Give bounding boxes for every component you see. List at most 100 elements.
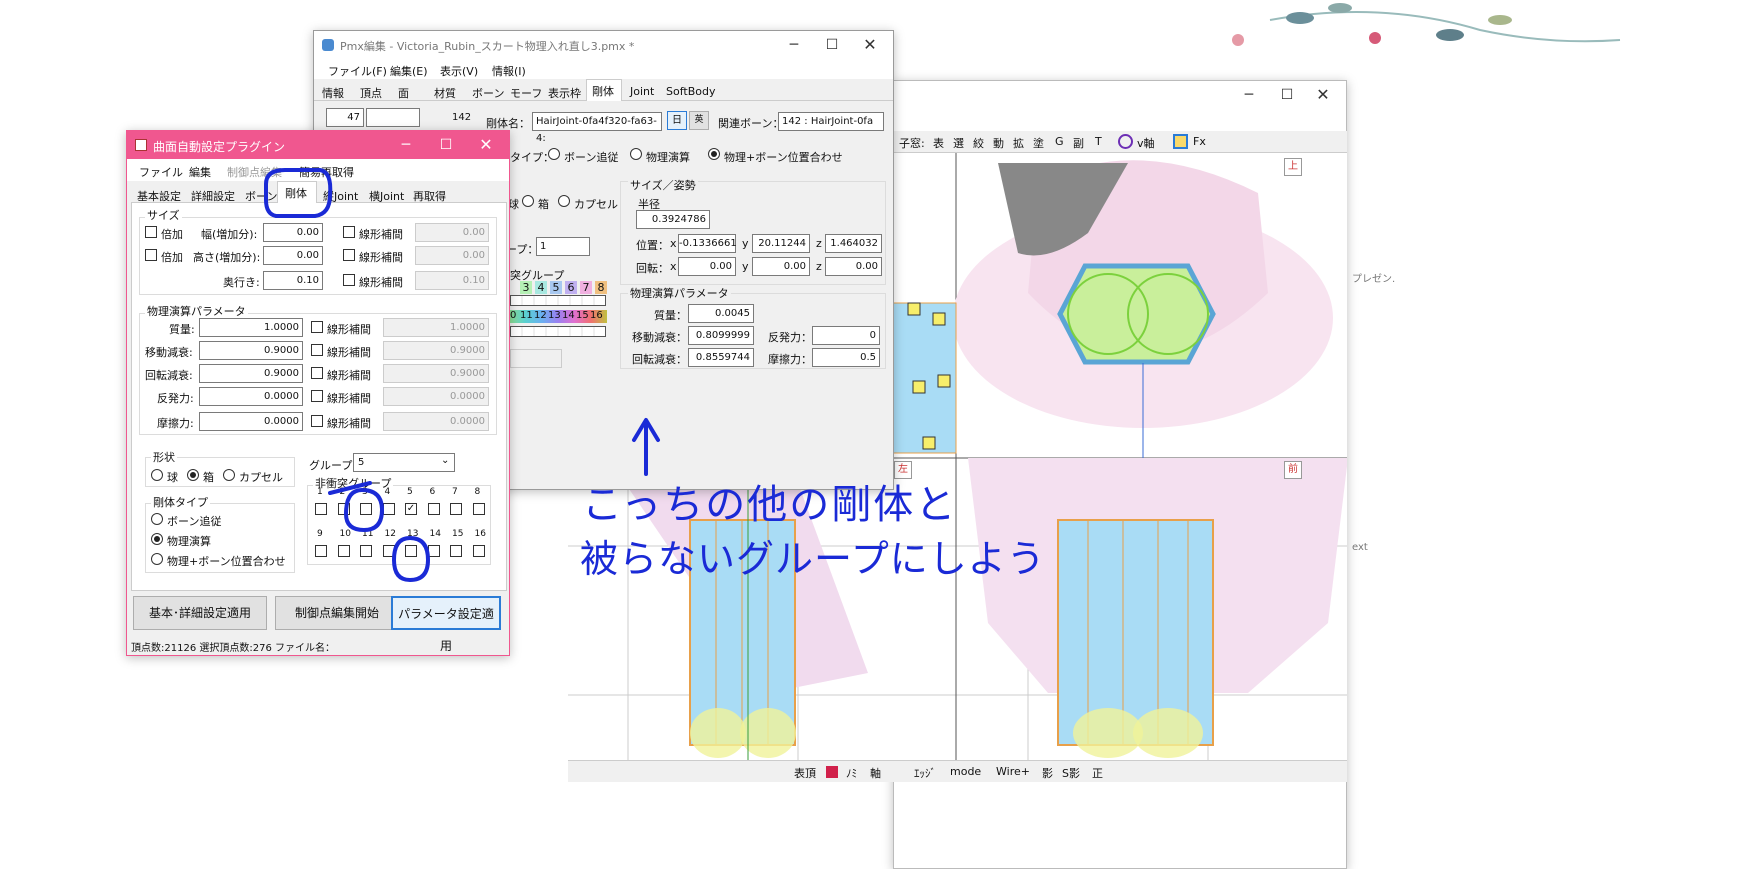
- plugin-rot-linear-checkbox[interactable]: [311, 367, 323, 379]
- menu-edit[interactable]: 編集(E): [390, 63, 428, 79]
- noncollide-checkbox-14[interactable]: [427, 545, 440, 557]
- tab-joint[interactable]: Joint: [630, 85, 654, 98]
- minimize-icon[interactable]: ─: [779, 31, 809, 59]
- plugin-move-field[interactable]: 0.9000: [199, 341, 303, 360]
- friction-field[interactable]: 0.5: [812, 348, 880, 367]
- plugin-move-linear-checkbox[interactable]: [311, 344, 323, 356]
- toolbar-v-axis[interactable]: v軸: [1137, 135, 1155, 151]
- noncollide-checkbox-11[interactable]: [360, 545, 372, 557]
- edit-ctrl-button[interactable]: 制御点編集開始: [275, 596, 399, 630]
- height-linear-checkbox[interactable]: [343, 249, 355, 261]
- menu-info[interactable]: 情報(I): [492, 63, 526, 79]
- repulse-field[interactable]: 0: [812, 326, 880, 345]
- noncollide-checkbox-3[interactable]: [360, 503, 372, 515]
- chevron-down-icon[interactable]: ⌄: [441, 455, 449, 466]
- noncollide-checkbox-12[interactable]: [382, 545, 395, 557]
- type-radio-bone-follow[interactable]: [548, 148, 560, 160]
- bottom-axis[interactable]: 軸: [870, 765, 881, 781]
- bottom-mode[interactable]: mode: [950, 765, 981, 778]
- group-checkbox-row-2[interactable]: [510, 326, 606, 337]
- toolbar-table[interactable]: 表: [933, 135, 944, 151]
- shape-radio-capsule[interactable]: [558, 195, 570, 207]
- view-label-front[interactable]: 前: [1284, 461, 1302, 479]
- rot-z-field[interactable]: 0.00: [825, 257, 882, 276]
- plugin-mass-linear-checkbox[interactable]: [311, 321, 323, 333]
- bottom-ortho[interactable]: 正: [1092, 765, 1103, 781]
- plugin-tab-reacquire[interactable]: 再取得: [413, 188, 446, 204]
- shape-radio-box[interactable]: [522, 195, 534, 207]
- pos-z-field[interactable]: 1.464032: [825, 234, 882, 253]
- tab-bone[interactable]: ボーン: [472, 85, 504, 101]
- tab-material[interactable]: 材質: [434, 85, 456, 101]
- plugin-menu-ctrl[interactable]: 制御点編集: [227, 164, 282, 180]
- plugin-shape-box-radio[interactable]: [187, 469, 199, 481]
- bottom-wire[interactable]: Wire+: [996, 765, 1030, 778]
- noncollide-checkbox-1[interactable]: [315, 503, 327, 515]
- plugin-fric-linear-checkbox[interactable]: [311, 415, 323, 427]
- toolbar-select[interactable]: 選: [953, 135, 964, 151]
- toolbar-t[interactable]: T: [1095, 135, 1102, 148]
- plugin-rot-field[interactable]: 0.9000: [199, 364, 303, 383]
- width-linear-checkbox[interactable]: [343, 226, 355, 238]
- plugin-rep-linear-checkbox[interactable]: [311, 390, 323, 402]
- toolbar-fx[interactable]: Fx: [1193, 135, 1206, 148]
- pos-x-field[interactable]: -0.1336661: [678, 234, 737, 253]
- plugin-menu-edit[interactable]: 編集: [189, 164, 211, 180]
- plugin-tab-basic[interactable]: 基本設定: [137, 188, 181, 204]
- minimize-icon[interactable]: ─: [391, 131, 421, 159]
- noncollide-checkbox-15[interactable]: [450, 545, 462, 557]
- depth-field[interactable]: 0.10: [263, 271, 323, 290]
- maximize-icon[interactable]: ☐: [431, 131, 461, 159]
- toolbar-paint[interactable]: 塗: [1033, 135, 1044, 151]
- noncollide-checkbox-13[interactable]: [405, 545, 417, 557]
- bottom-shadow[interactable]: 影: [1042, 765, 1053, 781]
- rigid-index-extra[interactable]: [366, 108, 420, 127]
- plugin-tab-hjoint[interactable]: 横Joint: [369, 188, 404, 204]
- radius-field[interactable]: 0.3924786: [636, 210, 710, 229]
- maximize-icon[interactable]: ☐: [1272, 81, 1302, 109]
- tab-face[interactable]: 面: [398, 85, 409, 101]
- plugin-rep-field[interactable]: 0.0000: [199, 387, 303, 406]
- plugin-menu-file[interactable]: ファイル: [139, 164, 183, 180]
- mass-field[interactable]: 0.0045: [688, 304, 754, 323]
- related-bone-select[interactable]: 142 : HairJoint-0fa: [778, 112, 884, 131]
- rot-damp-field[interactable]: 0.8559744: [688, 348, 754, 367]
- close-icon[interactable]: ✕: [1308, 81, 1338, 109]
- rot-x-field[interactable]: 0.00: [678, 257, 736, 276]
- rigid-index-field[interactable]: 47: [326, 108, 364, 127]
- plugin-shape-sphere-radio[interactable]: [151, 469, 163, 481]
- double-width-checkbox[interactable]: [145, 226, 157, 238]
- plugin-type-physics-radio[interactable]: [151, 533, 163, 545]
- toolbar-scale[interactable]: 拡: [1013, 135, 1024, 151]
- axis-icon[interactable]: [1118, 134, 1133, 149]
- menu-view[interactable]: 表示(V): [440, 63, 478, 79]
- bottom-s-shadow[interactable]: S影: [1062, 765, 1080, 781]
- close-icon[interactable]: ✕: [855, 31, 885, 59]
- double-height-checkbox[interactable]: [145, 249, 157, 261]
- toolbar-narrow[interactable]: 絞: [973, 135, 984, 151]
- toolbar-g[interactable]: G: [1055, 135, 1064, 148]
- plugin-tab-vjoint[interactable]: 縦Joint: [323, 188, 358, 204]
- view-label-top[interactable]: 上: [1284, 158, 1302, 176]
- plugin-tab-detail[interactable]: 詳細設定: [191, 188, 235, 204]
- tab-rigid[interactable]: 剛体: [592, 83, 614, 99]
- minimize-icon[interactable]: ─: [1234, 81, 1264, 109]
- plugin-tab-bone[interactable]: ボーン: [245, 188, 277, 204]
- depth-linear-checkbox[interactable]: [343, 274, 355, 286]
- height-field[interactable]: 0.00: [263, 246, 323, 265]
- en-name-button[interactable]: 英: [689, 111, 709, 130]
- noncollide-checkbox-5[interactable]: ✓: [405, 503, 417, 515]
- tab-softbody[interactable]: SoftBody: [666, 85, 715, 98]
- type-radio-physics[interactable]: [630, 148, 642, 160]
- noncollide-checkbox-7[interactable]: [450, 503, 462, 515]
- bottom-nomi[interactable]: ﾉﾐ: [846, 765, 857, 781]
- tab-vertex[interactable]: 頂点: [360, 85, 382, 101]
- apply-basic-button[interactable]: 基本･詳細設定適用: [133, 596, 267, 630]
- rot-y-field[interactable]: 0.00: [752, 257, 810, 276]
- menu-file[interactable]: ファイル(F): [328, 63, 387, 79]
- plugin-type-physics-bone-radio[interactable]: [151, 553, 163, 565]
- tab-info[interactable]: 情報: [322, 85, 344, 101]
- noncollide-checkbox-16[interactable]: [472, 545, 485, 557]
- toolbar-sub[interactable]: 副: [1073, 135, 1084, 151]
- color-swatch-icon[interactable]: [826, 766, 838, 778]
